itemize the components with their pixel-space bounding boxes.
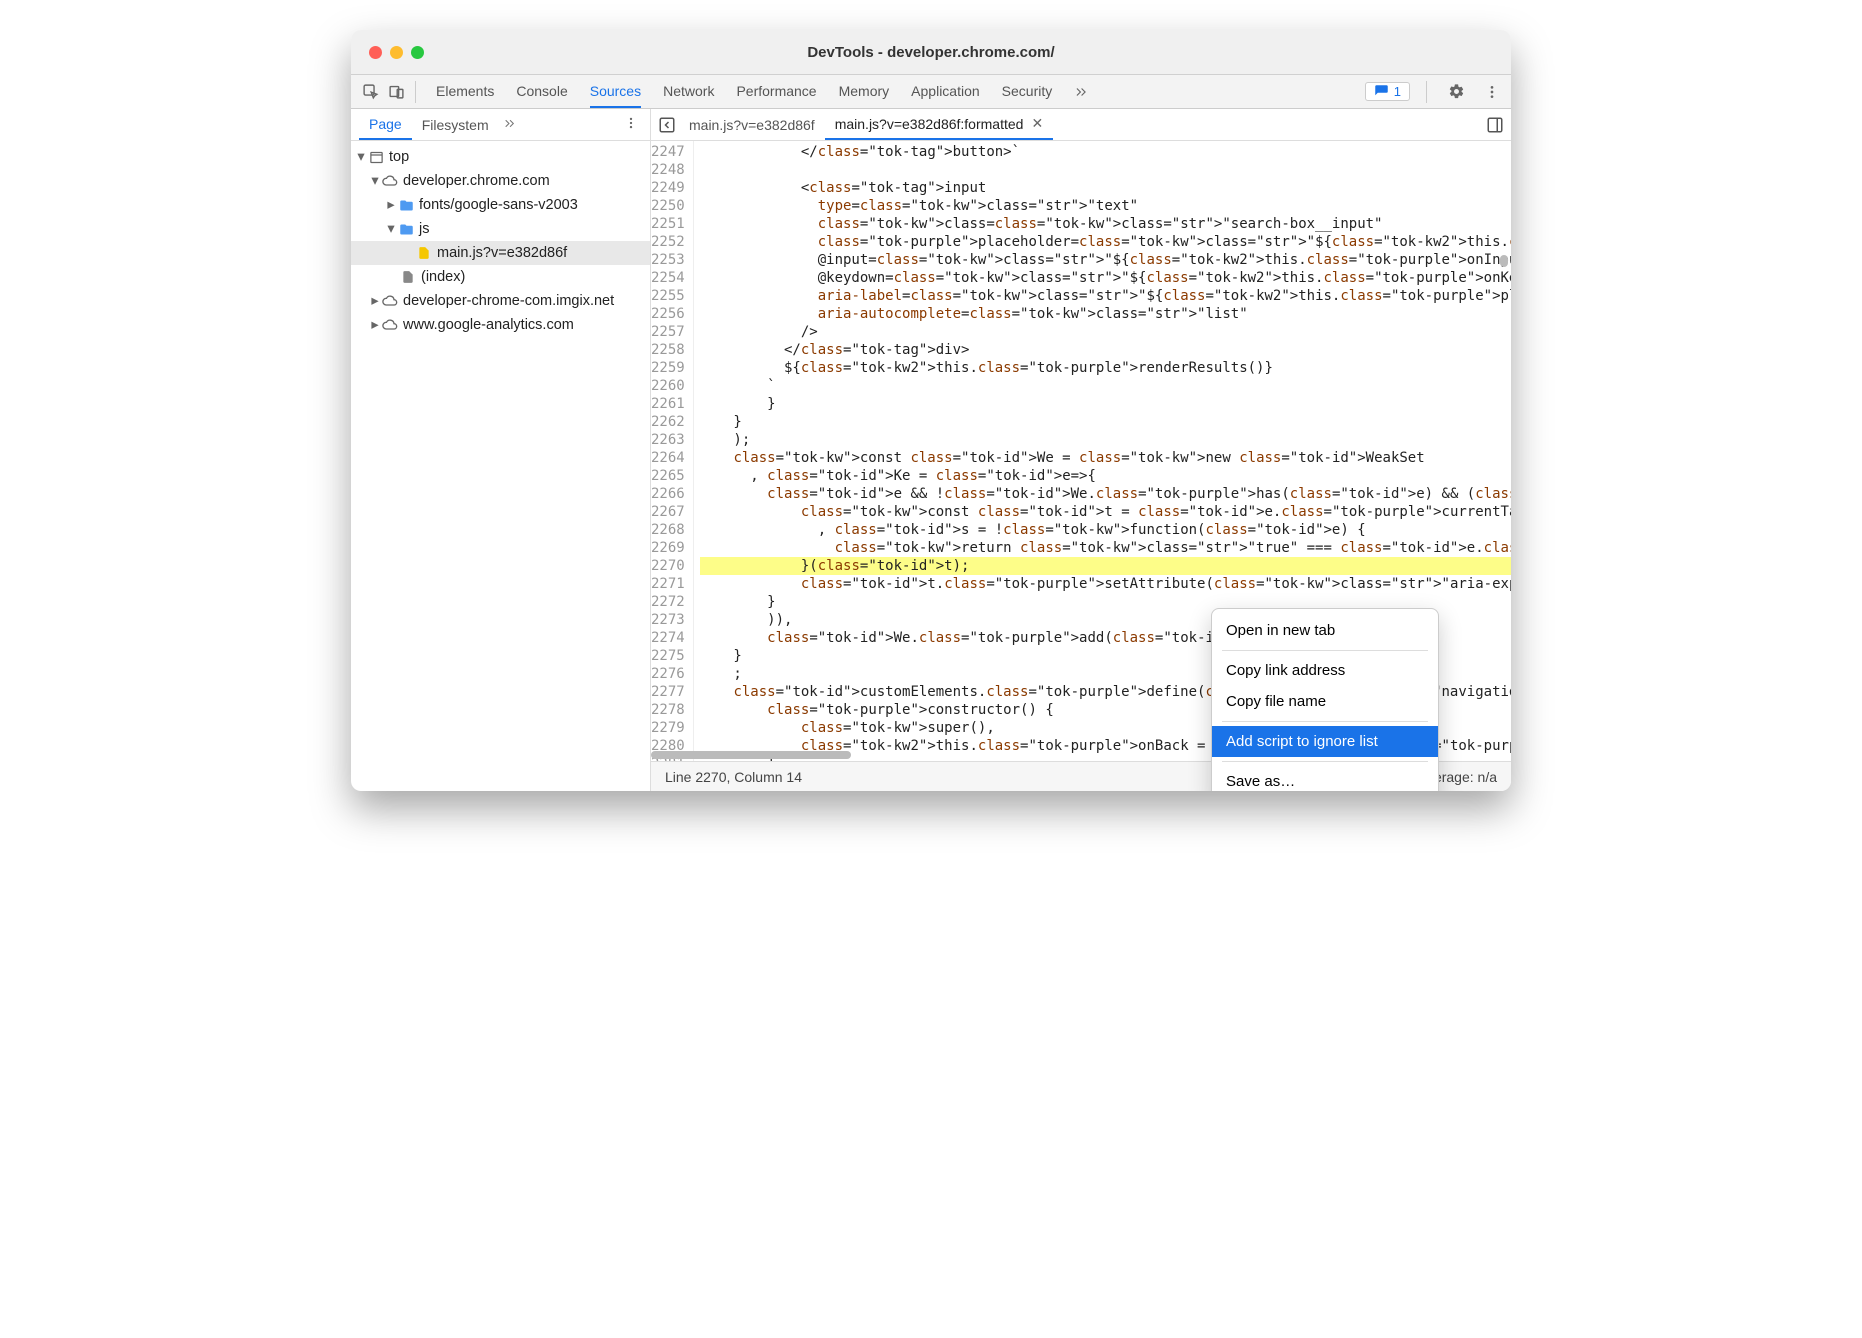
- document-icon: [399, 268, 417, 286]
- tree-label: fonts/google-sans-v2003: [419, 197, 578, 213]
- kebab-menu-icon[interactable]: [1479, 79, 1505, 105]
- separator: [1222, 761, 1428, 762]
- cm-copy-filename[interactable]: Copy file name: [1212, 686, 1438, 717]
- main-toolbar: Elements Console Sources Network Perform…: [351, 75, 1511, 109]
- tree-label: developer-chrome-com.imgix.net: [403, 293, 614, 309]
- tab-memory[interactable]: Memory: [839, 76, 890, 108]
- tab-sources[interactable]: Sources: [590, 76, 641, 108]
- devtools-window: DevTools - developer.chrome.com/ Element…: [351, 30, 1511, 791]
- folder-icon: [397, 196, 415, 214]
- tree-origin[interactable]: ▾ developer.chrome.com: [351, 169, 650, 193]
- window-title: DevTools - developer.chrome.com/: [351, 44, 1511, 61]
- tab-network[interactable]: Network: [663, 76, 714, 108]
- file-tree[interactable]: ▾ top ▾ developer.chrome.com ▸ fonts/goo…: [351, 141, 650, 791]
- panel-tabs: Elements Console Sources Network Perform…: [436, 76, 1052, 108]
- separator: [1222, 650, 1428, 651]
- tab-security[interactable]: Security: [1002, 76, 1053, 108]
- more-tabs-icon[interactable]: [1068, 79, 1094, 105]
- cm-copy-link[interactable]: Copy link address: [1212, 655, 1438, 686]
- settings-gear-icon[interactable]: [1443, 79, 1469, 105]
- js-file-icon: [415, 244, 433, 262]
- tree-label: www.google-analytics.com: [403, 317, 574, 333]
- tree-origin[interactable]: ▸ www.google-analytics.com: [351, 313, 650, 337]
- window-frame-icon: [367, 148, 385, 166]
- tree-label: main.js?v=e382d86f: [437, 245, 567, 261]
- separator: [1222, 721, 1428, 722]
- toggle-sidebar-icon[interactable]: [1483, 116, 1507, 134]
- file-tab-label: main.js?v=e382d86f:formatted: [835, 116, 1024, 132]
- tree-label: top: [389, 149, 409, 165]
- tree-folder[interactable]: ▸ fonts/google-sans-v2003: [351, 193, 650, 217]
- tree-label: (index): [421, 269, 465, 285]
- separator: [415, 81, 416, 103]
- navigator-tabs: Page Filesystem: [351, 109, 650, 141]
- file-tab-label: main.js?v=e382d86f: [689, 117, 815, 133]
- editor-tabbar: main.js?v=e382d86f main.js?v=e382d86f:fo…: [651, 109, 1511, 141]
- issues-button[interactable]: 1: [1365, 82, 1410, 101]
- tree-label: js: [419, 221, 429, 237]
- tree-file-index[interactable]: (index): [351, 265, 650, 289]
- cloud-icon: [381, 172, 399, 190]
- separator: [1426, 81, 1427, 103]
- line-gutter: 2247224822492250225122522253225422552256…: [651, 141, 694, 761]
- tab-application[interactable]: Application: [911, 76, 980, 108]
- tree-origin[interactable]: ▸ developer-chrome-com.imgix.net: [351, 289, 650, 313]
- cm-open-new-tab[interactable]: Open in new tab: [1212, 615, 1438, 646]
- toolbar-right: 1: [1365, 79, 1505, 105]
- close-tab-icon[interactable]: ✕: [1031, 115, 1043, 132]
- tree-folder-js[interactable]: ▾ js: [351, 217, 650, 241]
- file-tab[interactable]: main.js?v=e382d86f: [679, 111, 825, 139]
- navigator-menu-icon[interactable]: [620, 116, 642, 133]
- tree-top[interactable]: ▾ top: [351, 145, 650, 169]
- cloud-icon: [381, 316, 399, 334]
- tree-file-mainjs[interactable]: main.js?v=e382d86f: [351, 241, 650, 265]
- folder-icon: [397, 220, 415, 238]
- titlebar: DevTools - developer.chrome.com/: [351, 30, 1511, 75]
- navigator-tab-filesystem[interactable]: Filesystem: [412, 111, 499, 139]
- nav-back-icon[interactable]: [655, 116, 679, 134]
- tab-performance[interactable]: Performance: [736, 76, 816, 108]
- tab-elements[interactable]: Elements: [436, 76, 494, 108]
- inspect-element-icon[interactable]: [357, 79, 383, 105]
- issues-count: 1: [1394, 84, 1401, 99]
- navigator-tab-page[interactable]: Page: [359, 110, 412, 140]
- device-toolbar-icon[interactable]: [383, 79, 409, 105]
- cloud-icon: [381, 292, 399, 310]
- navigator-more-tabs-icon[interactable]: [503, 117, 516, 133]
- navigator-sidebar: Page Filesystem ▾ top ▾ develop: [351, 109, 651, 791]
- context-menu: Open in new tab Copy link address Copy f…: [1211, 608, 1439, 791]
- file-tab-active[interactable]: main.js?v=e382d86f:formatted ✕: [825, 109, 1053, 140]
- cursor-position: Line 2270, Column 14: [665, 769, 802, 785]
- tab-console[interactable]: Console: [516, 76, 567, 108]
- cm-add-ignore-list[interactable]: Add script to ignore list: [1212, 726, 1438, 757]
- tree-label: developer.chrome.com: [403, 173, 550, 189]
- vertical-scrollbar[interactable]: [1500, 185, 1508, 385]
- cm-save-as[interactable]: Save as…: [1212, 766, 1438, 791]
